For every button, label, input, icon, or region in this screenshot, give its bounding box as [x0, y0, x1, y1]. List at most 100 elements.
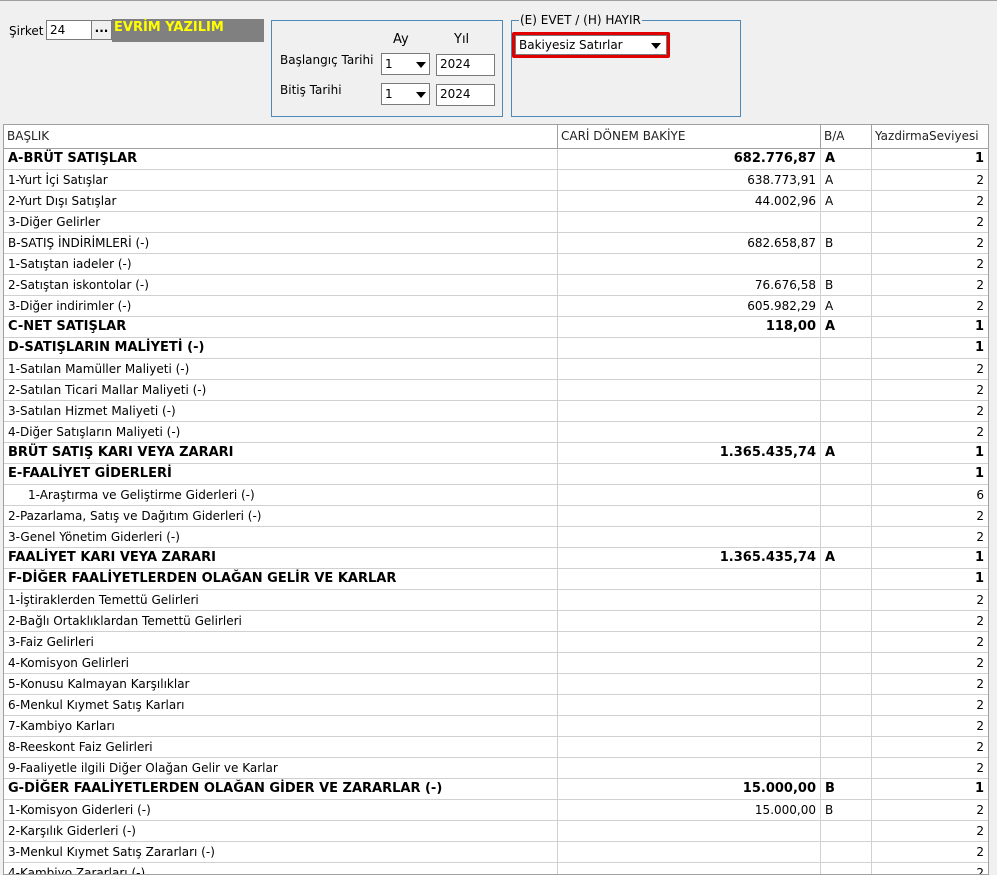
cell-print-level[interactable]: 2: [872, 422, 988, 443]
cell-print-level[interactable]: 2: [872, 170, 988, 191]
cell-ba[interactable]: A: [821, 170, 872, 191]
cell-ba[interactable]: A: [821, 548, 872, 569]
cell-print-level[interactable]: 1: [872, 464, 988, 485]
cell-title[interactable]: 2-Pazarlama, Satış ve Dağıtım Giderleri …: [4, 506, 558, 527]
cell-title[interactable]: 3-Menkul Kıymet Satış Zararları (-): [4, 842, 558, 863]
cell-ba[interactable]: [821, 695, 872, 716]
cell-ba[interactable]: B: [821, 779, 872, 800]
vertical-scrollbar[interactable]: [989, 124, 997, 875]
cell-title[interactable]: D-SATIŞLARIN MALİYETİ (-): [4, 338, 558, 359]
cell-title[interactable]: 5-Konusu Kalmayan Karşılıklar: [4, 674, 558, 695]
table-row[interactable]: 9-Faaliyetle ilgili Diğer Olağan Gelir v…: [4, 758, 988, 779]
table-row[interactable]: 2-Pazarlama, Satış ve Dağıtım Giderleri …: [4, 506, 988, 527]
cell-balance[interactable]: [558, 422, 821, 443]
cell-print-level[interactable]: 2: [872, 842, 988, 863]
cell-title[interactable]: 3-Satılan Hizmet Maliyeti (-): [4, 401, 558, 422]
cell-print-level[interactable]: 1: [872, 149, 988, 170]
start-year-input[interactable]: 2024: [436, 54, 495, 76]
cell-balance[interactable]: [558, 695, 821, 716]
cell-title[interactable]: 3-Diğer indirimler (-): [4, 296, 558, 317]
cell-title[interactable]: F-DİĞER FAALİYETLERDEN OLAĞAN GELİR VE K…: [4, 569, 558, 590]
cell-print-level[interactable]: 2: [872, 527, 988, 548]
cell-title[interactable]: 3-Diğer Gelirler: [4, 212, 558, 233]
table-row[interactable]: 6-Menkul Kıymet Satış Karları 2: [4, 695, 988, 716]
end-year-input[interactable]: 2024: [436, 84, 495, 106]
cell-title[interactable]: 4-Kambiyo Zararları (-): [4, 863, 558, 874]
cell-title[interactable]: 7-Kambiyo Karları: [4, 716, 558, 737]
cell-ba[interactable]: [821, 380, 872, 401]
table-row[interactable]: 1-Araştırma ve Geliştirme Giderleri (-) 6: [4, 485, 988, 506]
cell-balance[interactable]: [558, 338, 821, 359]
cell-balance[interactable]: [558, 632, 821, 653]
table-row[interactable]: F-DİĞER FAALİYETLERDEN OLAĞAN GELİR VE K…: [4, 569, 988, 590]
cell-print-level[interactable]: 2: [872, 800, 988, 821]
column-header-title[interactable]: BAŞLIK: [4, 125, 558, 149]
table-row[interactable]: 4-Kambiyo Zararları (-) 2: [4, 863, 988, 874]
cell-ba[interactable]: B: [821, 233, 872, 254]
cell-print-level[interactable]: 1: [872, 548, 988, 569]
cell-balance[interactable]: 682.776,87: [558, 149, 821, 170]
table-row[interactable]: 1-Komisyon Giderleri (-) 15.000,00 B 2: [4, 800, 988, 821]
cell-print-level[interactable]: 2: [872, 758, 988, 779]
cell-ba[interactable]: [821, 254, 872, 275]
cell-title[interactable]: E-FAALİYET GİDERLERİ: [4, 464, 558, 485]
table-row[interactable]: 5-Konusu Kalmayan Karşılıklar 2: [4, 674, 988, 695]
table-row[interactable]: E-FAALİYET GİDERLERİ 1: [4, 464, 988, 485]
table-row[interactable]: 3-Faiz Gelirleri 2: [4, 632, 988, 653]
cell-balance[interactable]: 1.365.435,74: [558, 443, 821, 464]
cell-title[interactable]: FAALİYET KARI VEYA ZARARI: [4, 548, 558, 569]
cell-print-level[interactable]: 1: [872, 317, 988, 338]
cell-title[interactable]: 2-Yurt Dışı Satışlar: [4, 191, 558, 212]
cell-ba[interactable]: [821, 842, 872, 863]
cell-ba[interactable]: [821, 674, 872, 695]
table-row[interactable]: B-SATIŞ İNDİRİMLERİ (-) 682.658,87 B 2: [4, 233, 988, 254]
cell-print-level[interactable]: 2: [872, 611, 988, 632]
cell-ba[interactable]: [821, 758, 872, 779]
cell-title[interactable]: 1-Satılan Mamüller Maliyeti (-): [4, 359, 558, 380]
column-header-balance[interactable]: CARİ DÖNEM BAKİYE: [558, 125, 821, 149]
table-row[interactable]: 1-Yurt İçi Satışlar 638.773,91 A 2: [4, 170, 988, 191]
cell-balance[interactable]: 638.773,91: [558, 170, 821, 191]
cell-balance[interactable]: 118,00: [558, 317, 821, 338]
cell-ba[interactable]: [821, 716, 872, 737]
cell-balance[interactable]: [558, 842, 821, 863]
cell-ba[interactable]: [821, 653, 872, 674]
cell-ba[interactable]: [821, 338, 872, 359]
table-row[interactable]: 3-Diğer Gelirler 2: [4, 212, 988, 233]
cell-balance[interactable]: [558, 506, 821, 527]
cell-print-level[interactable]: 2: [872, 254, 988, 275]
cell-print-level[interactable]: 2: [872, 590, 988, 611]
table-row[interactable]: 4-Diğer Satışların Maliyeti (-) 2: [4, 422, 988, 443]
table-row[interactable]: 1-Satıştan iadeler (-) 2: [4, 254, 988, 275]
cell-balance[interactable]: 15.000,00: [558, 800, 821, 821]
table-row[interactable]: 2-Satılan Ticari Mallar Maliyeti (-) 2: [4, 380, 988, 401]
cell-print-level[interactable]: 2: [872, 212, 988, 233]
cell-ba[interactable]: [821, 506, 872, 527]
cell-print-level[interactable]: 2: [872, 674, 988, 695]
cell-title[interactable]: 3-Faiz Gelirleri: [4, 632, 558, 653]
table-row[interactable]: 2-Karşılık Giderleri (-) 2: [4, 821, 988, 842]
cell-balance[interactable]: [558, 485, 821, 506]
cell-balance[interactable]: [558, 527, 821, 548]
cell-title[interactable]: A-BRÜT SATIŞLAR: [4, 149, 558, 170]
cell-print-level[interactable]: 2: [872, 821, 988, 842]
cell-balance[interactable]: [558, 569, 821, 590]
cell-balance[interactable]: [558, 464, 821, 485]
cell-print-level[interactable]: 1: [872, 443, 988, 464]
cell-ba[interactable]: A: [821, 149, 872, 170]
cell-ba[interactable]: [821, 422, 872, 443]
table-row[interactable]: 7-Kambiyo Karları 2: [4, 716, 988, 737]
cell-balance[interactable]: [558, 863, 821, 874]
cell-title[interactable]: B-SATIŞ İNDİRİMLERİ (-): [4, 233, 558, 254]
cell-title[interactable]: 2-Karşılık Giderleri (-): [4, 821, 558, 842]
cell-balance[interactable]: [558, 716, 821, 737]
cell-balance[interactable]: 605.982,29: [558, 296, 821, 317]
cell-print-level[interactable]: 2: [872, 275, 988, 296]
cell-title[interactable]: 6-Menkul Kıymet Satış Karları: [4, 695, 558, 716]
table-row[interactable]: 1-İştiraklerden Temettü Gelirleri 2: [4, 590, 988, 611]
cell-title[interactable]: 1-İştiraklerden Temettü Gelirleri: [4, 590, 558, 611]
cell-ba[interactable]: B: [821, 800, 872, 821]
table-row[interactable]: 1-Satılan Mamüller Maliyeti (-) 2: [4, 359, 988, 380]
table-row[interactable]: 3-Satılan Hizmet Maliyeti (-) 2: [4, 401, 988, 422]
cell-ba[interactable]: [821, 737, 872, 758]
